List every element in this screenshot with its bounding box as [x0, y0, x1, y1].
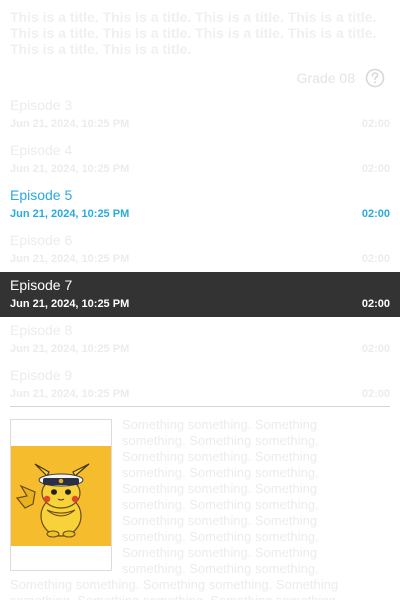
episode-item-active[interactable]: Episode 5 Jun 21, 2024, 10:25 PM 02:00	[0, 182, 400, 227]
thumbnail-image	[11, 446, 111, 546]
episode-duration: 02:00	[361, 118, 390, 130]
episode-duration: 02:00	[361, 253, 390, 265]
episode-date: Jun 21, 2024, 10:25 PM	[10, 253, 130, 265]
episode-date: Jun 21, 2024, 10:25 PM	[10, 118, 130, 130]
episode-panel: This is a title. This is a title. This i…	[0, 0, 400, 600]
episode-date: Jun 21, 2024, 10:25 PM	[10, 343, 130, 355]
episode-duration: 02:00	[361, 208, 390, 220]
episode-item[interactable]: Episode 6 Jun 21, 2024, 10:25 PM 02:00	[0, 227, 400, 272]
episode-item[interactable]: Episode 4 Jun 21, 2024, 10:25 PM 02:00	[0, 137, 400, 182]
help-circle-icon[interactable]	[365, 68, 385, 88]
episode-title: Episode 5	[10, 187, 73, 203]
thumbnail-frame[interactable]	[10, 419, 112, 571]
episode-duration: 02:00	[361, 343, 390, 355]
page-title: This is a title. This is a title. This i…	[10, 9, 377, 57]
episode-date: Jun 21, 2024, 10:25 PM	[10, 298, 130, 310]
episode-date: Jun 21, 2024, 10:25 PM	[10, 208, 130, 220]
divider	[10, 406, 390, 407]
episode-title: Episode 6	[10, 232, 73, 248]
episode-duration: 02:00	[361, 163, 390, 175]
episode-item[interactable]: Episode 3 Jun 21, 2024, 10:25 PM 02:00	[0, 92, 400, 137]
episode-list: Episode 3 Jun 21, 2024, 10:25 PM 02:00 E…	[0, 92, 400, 407]
episode-date: Jun 21, 2024, 10:25 PM	[10, 163, 130, 175]
episode-item-selected[interactable]: Episode 7 Jun 21, 2024, 10:25 PM 02:00	[0, 272, 400, 317]
episode-date: Jun 21, 2024, 10:25 PM	[10, 388, 130, 400]
episode-title: Episode 9	[10, 367, 73, 383]
grade-row: Grade 08	[297, 67, 385, 89]
episode-duration: 02:00	[361, 388, 390, 400]
episode-item[interactable]: Episode 9 Jun 21, 2024, 10:25 PM 02:00	[0, 362, 400, 407]
episode-title: Episode 3	[10, 97, 73, 113]
episode-title: Episode 4	[10, 142, 73, 158]
episode-title: Episode 8	[10, 322, 73, 338]
episode-title: Episode 7	[10, 277, 73, 293]
grade-label: Grade 08	[296, 70, 355, 86]
pikachu-captain-thumbnail	[15, 463, 90, 538]
episode-duration: 02:00	[361, 298, 390, 310]
episode-item[interactable]: Episode 8 Jun 21, 2024, 10:25 PM 02:00	[0, 317, 400, 362]
